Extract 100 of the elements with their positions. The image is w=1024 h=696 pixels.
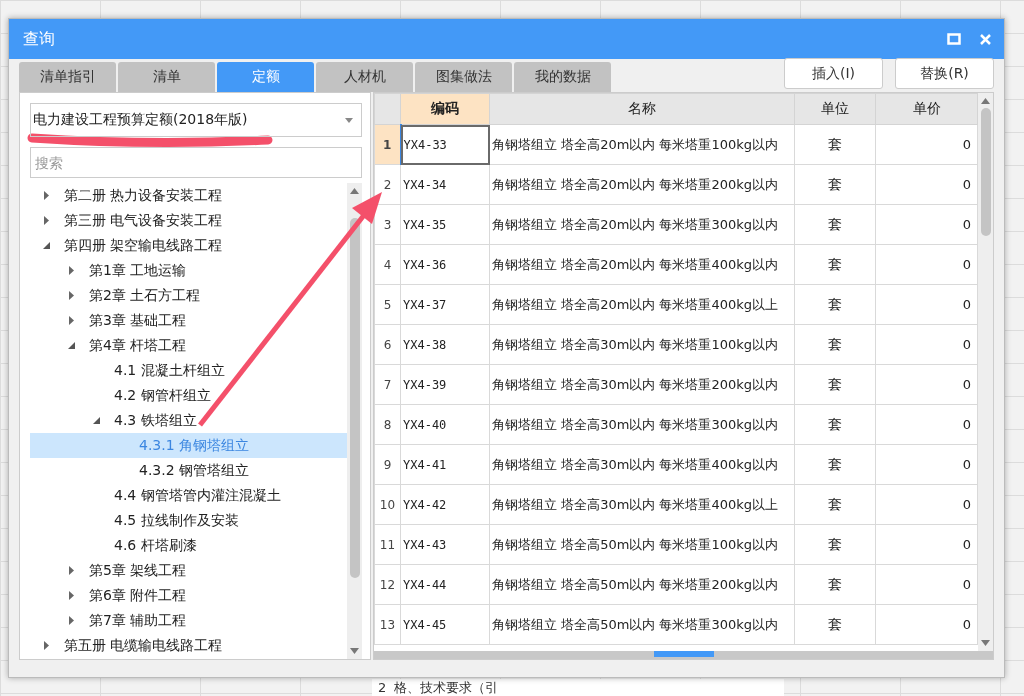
collapse-caret-icon[interactable] [67, 341, 76, 350]
table-cell: 套 [794, 484, 876, 525]
table-cell: 角钢塔组立 塔全高50m以内 每米塔重300kg以内 [489, 604, 795, 645]
table-cell: 角钢塔组立 塔全高30m以内 每米塔重400kg以上 [489, 484, 795, 525]
expand-caret-icon[interactable] [67, 266, 76, 275]
row-number[interactable]: 10 [374, 484, 401, 525]
row-number[interactable]: 13 [374, 604, 401, 645]
search-field[interactable]: 搜索 [30, 147, 362, 178]
action-button[interactable]: 替换(R) [895, 58, 994, 89]
table-cell: 0 [875, 564, 978, 605]
tree-item[interactable]: 第三册 电气设备安装工程 [30, 208, 347, 233]
tree-item[interactable]: 4.5 拉线制作及安装 [30, 508, 347, 533]
expand-caret-icon[interactable] [67, 316, 76, 325]
close-icon[interactable] [979, 32, 992, 46]
table-cell: YX4-34 [400, 164, 490, 205]
column-header[interactable]: 编码 [400, 93, 490, 125]
row-number[interactable]: 9 [374, 444, 401, 485]
table-cell: 角钢塔组立 塔全高30m以内 每米塔重200kg以内 [489, 364, 795, 405]
row-number[interactable]: 7 [374, 364, 401, 405]
tree-item[interactable]: 第1章 工地运输 [30, 258, 347, 283]
table-cell: 0 [875, 404, 978, 445]
row-number[interactable]: 4 [374, 244, 401, 285]
row-number[interactable]: 12 [374, 564, 401, 605]
table-cell: YX4-43 [400, 524, 490, 565]
scroll-up-icon[interactable] [981, 98, 990, 104]
scroll-up-icon[interactable] [350, 188, 359, 194]
tree-item[interactable]: 4.1 混凝土杆组立 [30, 358, 347, 383]
table-cell: YX4-42 [400, 484, 490, 525]
splitter-handle[interactable] [653, 651, 714, 657]
table-cell: 0 [875, 324, 978, 365]
tree-item[interactable]: 第3章 基础工程 [30, 308, 347, 333]
table-cell: 0 [875, 444, 978, 485]
table-cell: 角钢塔组立 塔全高20m以内 每米塔重400kg以内 [489, 244, 795, 285]
column-header[interactable]: 单位 [794, 93, 876, 125]
scroll-thumb[interactable] [349, 218, 360, 578]
row-number[interactable]: 11 [374, 524, 401, 565]
table-cell: YX4-44 [400, 564, 490, 605]
tree-item[interactable]: 第四册 架空输电线路工程 [30, 233, 347, 258]
table-cell: YX4-40 [400, 404, 490, 445]
dropdown-caret-icon[interactable] [345, 117, 353, 123]
table-cell: 套 [794, 244, 876, 285]
column-header[interactable]: 名称 [489, 93, 795, 125]
scrollbar[interactable] [347, 183, 362, 659]
tree-item[interactable]: 第2章 土石方工程 [30, 283, 347, 308]
scroll-down-icon[interactable] [981, 640, 990, 646]
row-number[interactable]: 1 [374, 124, 401, 165]
row-number[interactable]: 6 [374, 324, 401, 365]
table-cell: 套 [794, 124, 876, 165]
table-cell: 格、技术要求（引 [394, 679, 499, 696]
table-cell: YX4-45 [400, 604, 490, 645]
expand-caret-icon[interactable] [42, 191, 51, 200]
tree-item[interactable]: 第4章 杆塔工程 [30, 333, 347, 358]
row-number: 2 [378, 679, 387, 696]
table-cell: 角钢塔组立 塔全高50m以内 每米塔重100kg以内 [489, 524, 795, 565]
tab[interactable]: 我的数据 [514, 62, 611, 92]
expand-caret-icon[interactable] [67, 616, 76, 625]
tab[interactable]: 图集做法 [415, 62, 512, 92]
collapse-caret-icon[interactable] [92, 416, 101, 425]
table-cell: 0 [875, 604, 978, 645]
tree-item[interactable]: 第五册 电缆输电线路工程 [30, 633, 347, 658]
table-cell: 0 [875, 244, 978, 285]
table-cell: 角钢塔组立 塔全高20m以内 每米塔重400kg以上 [489, 284, 795, 325]
tree-item[interactable]: 第二册 热力设备安装工程 [30, 183, 347, 208]
tree-item[interactable]: 第5章 架线工程 [30, 558, 347, 583]
expand-caret-icon[interactable] [42, 216, 51, 225]
expand-caret-icon[interactable] [67, 291, 76, 300]
table-cell: 套 [794, 164, 876, 205]
tree-item[interactable]: 4.4 钢管塔管内灌注混凝土 [30, 483, 347, 508]
column-header[interactable]: 单价 [875, 93, 978, 125]
tree-item[interactable]: 4.6 杆塔刷漆 [30, 533, 347, 558]
tab[interactable]: 清单 [118, 62, 215, 92]
row-number[interactable]: 5 [374, 284, 401, 325]
table-cell: 套 [794, 564, 876, 605]
table-cell: YX4-39 [400, 364, 490, 405]
action-button[interactable]: 插入(I) [784, 58, 883, 89]
tab[interactable]: 人材机 [316, 62, 413, 92]
table-cell: 0 [875, 124, 978, 165]
maximize-icon[interactable] [947, 33, 961, 45]
row-number[interactable]: 8 [374, 404, 401, 445]
tree-item[interactable]: 4.2 钢管杆组立 [30, 383, 347, 408]
tree-item[interactable]: 4.3 铁塔组立 [30, 408, 347, 433]
scroll-down-icon[interactable] [350, 648, 359, 654]
expand-caret-icon[interactable] [67, 566, 76, 575]
expand-caret-icon[interactable] [42, 641, 51, 650]
table-cell: YX4-36 [400, 244, 490, 285]
scrollbar[interactable] [978, 93, 993, 651]
table-cell: YX4-38 [400, 324, 490, 365]
tab[interactable]: 清单指引 [19, 62, 116, 92]
expand-caret-icon[interactable] [67, 591, 76, 600]
scroll-thumb[interactable] [980, 108, 991, 236]
table-cell: 0 [875, 164, 978, 205]
tree-item[interactable]: 第6章 附件工程 [30, 583, 347, 608]
tree-item[interactable]: 第7章 辅助工程 [30, 608, 347, 633]
table-cell: 套 [794, 364, 876, 405]
collapse-caret-icon[interactable] [42, 241, 51, 250]
library-select[interactable]: 电力建设工程预算定额(2018年版) [30, 103, 362, 137]
table-cell: 0 [875, 364, 978, 405]
tree-item[interactable]: 4.3.2 钢管塔组立 [30, 458, 347, 483]
table-cell: 套 [794, 204, 876, 245]
table-cell: 角钢塔组立 塔全高20m以内 每米塔重300kg以内 [489, 204, 795, 245]
